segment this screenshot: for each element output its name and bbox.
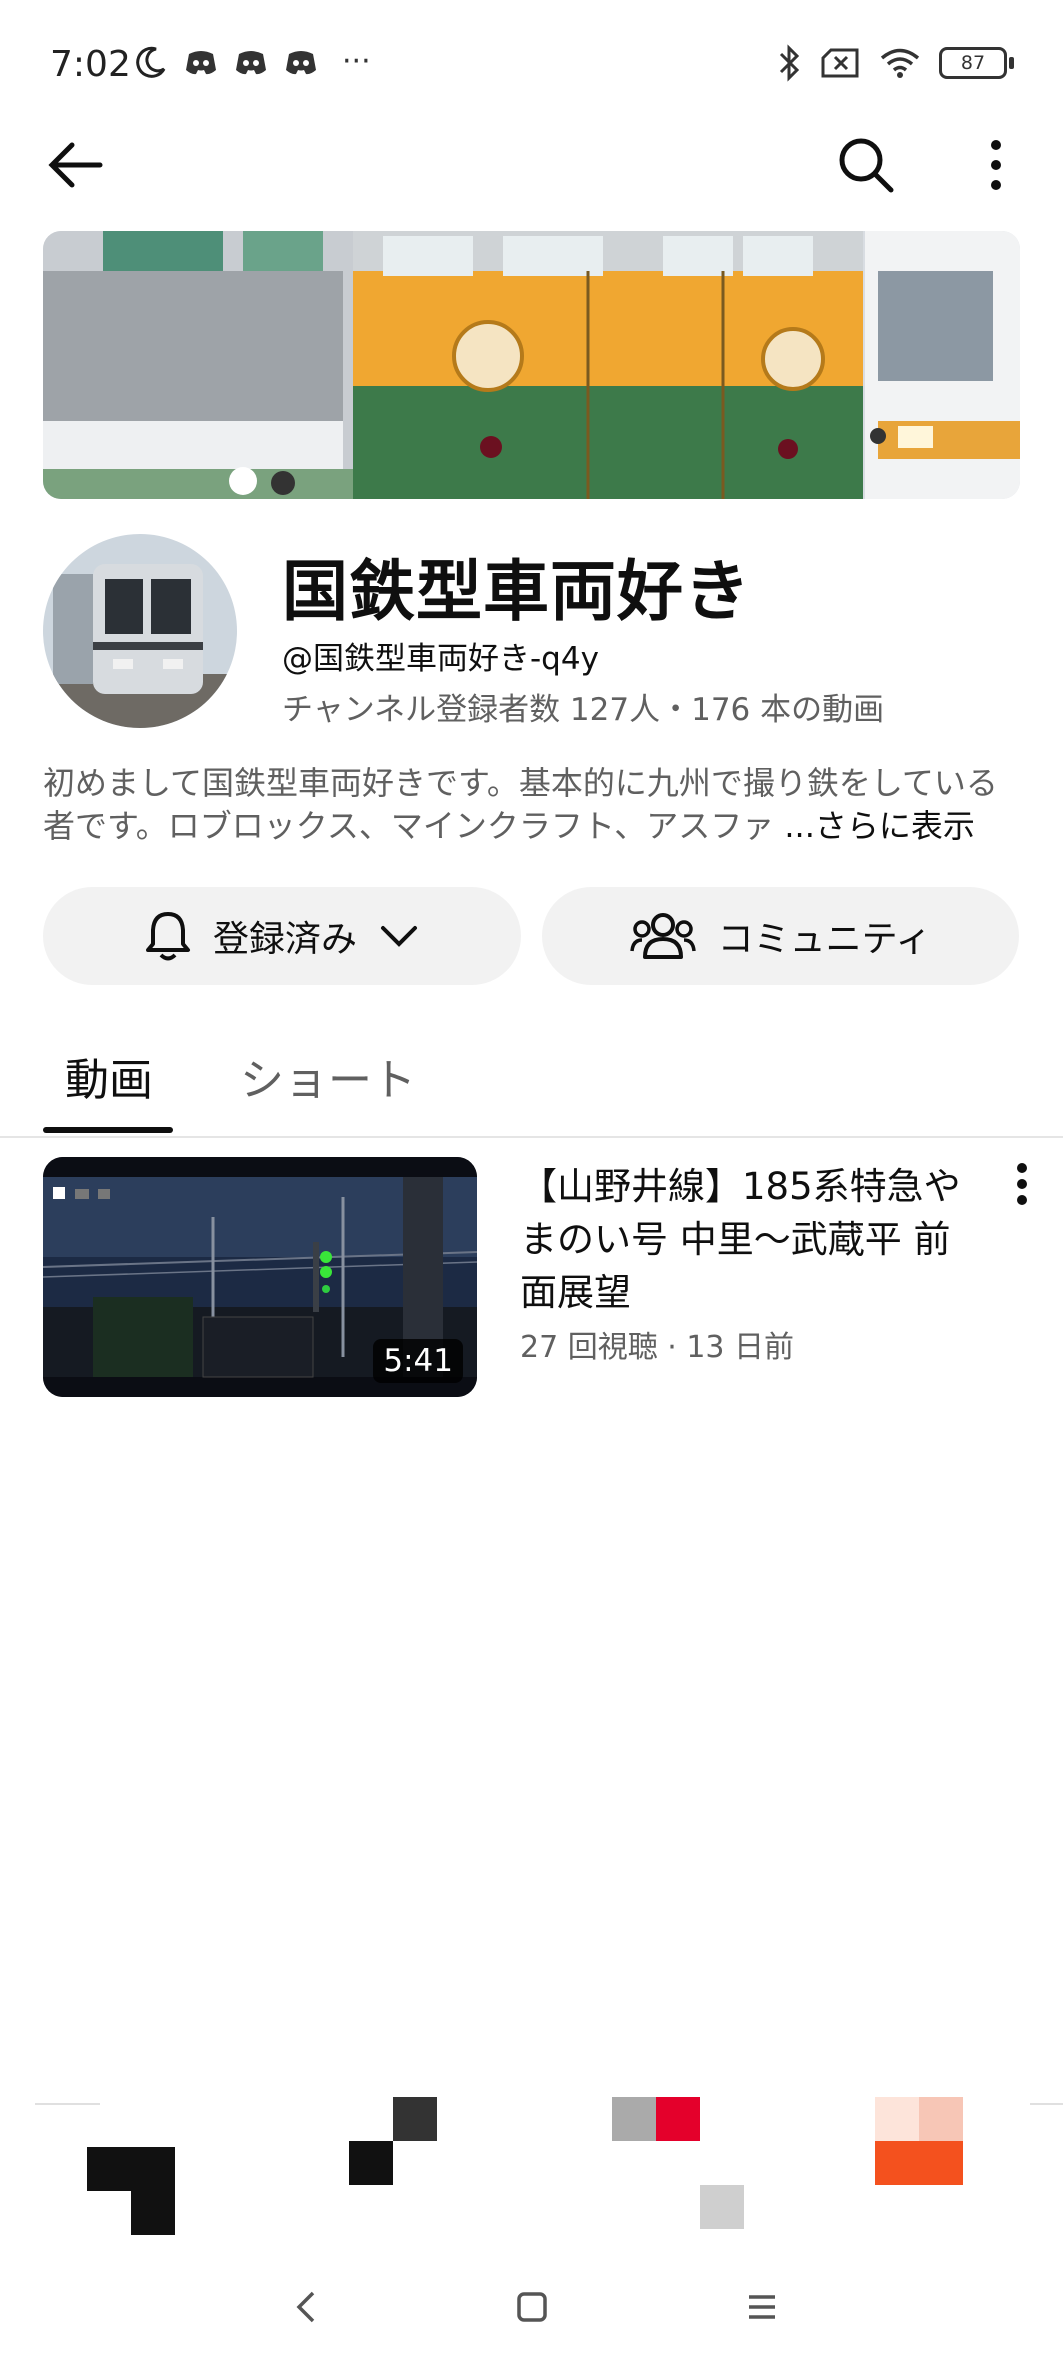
channel-banner xyxy=(43,231,1020,499)
status-right-icons: 87 xyxy=(777,44,1014,82)
channel-name: 国鉄型車両好き xyxy=(282,553,751,630)
nav-shorts-icon[interactable] xyxy=(349,2097,437,2185)
banner-train-image xyxy=(43,231,1020,499)
active-tab-indicator xyxy=(43,1127,173,1133)
chevron-down-icon xyxy=(381,926,417,947)
battery-icon: 87 xyxy=(939,47,1014,79)
bluetooth-icon xyxy=(779,44,800,82)
discord-icon xyxy=(286,50,316,74)
discord-icon xyxy=(236,50,266,74)
video-duration-badge: 5:41 xyxy=(373,1339,463,1383)
wifi-icon xyxy=(880,48,920,78)
nav-create-icon[interactable] xyxy=(612,2097,744,2229)
top-app-bar xyxy=(0,120,1063,230)
vertical-dots-icon xyxy=(1017,1163,1027,1205)
search-icon xyxy=(839,138,894,193)
channel-tabs: 動画 ショート xyxy=(0,1030,1063,1138)
back-button[interactable] xyxy=(36,125,116,205)
system-navigation-bar xyxy=(0,2247,1063,2364)
video-title[interactable]: 【山野井線】185系特急やまのい号 中里〜武蔵平 前面展望 xyxy=(520,1160,980,1319)
system-home-button[interactable] xyxy=(502,2279,562,2335)
video-thumbnail[interactable]: 5:41 xyxy=(43,1157,477,1397)
subscribed-label: 登録済み xyxy=(212,919,357,960)
community-label: コミュニティ xyxy=(717,919,932,960)
system-back-button[interactable] xyxy=(275,2279,335,2335)
vertical-dots-icon xyxy=(991,140,1001,190)
community-button[interactable]: コミュニティ xyxy=(542,887,1019,985)
status-time: 7:02 xyxy=(50,44,131,85)
more-dots-icon: ··· xyxy=(342,44,371,79)
sim-off-icon xyxy=(821,48,859,78)
nav-subscriptions-icon[interactable] xyxy=(875,2097,963,2185)
bell-icon xyxy=(145,912,190,961)
people-icon xyxy=(629,913,696,959)
system-recents-button[interactable] xyxy=(732,2279,792,2335)
subscribed-button[interactable]: 登録済み xyxy=(43,887,521,985)
moon-icon xyxy=(136,46,166,78)
tab-shorts[interactable]: ショート xyxy=(240,1044,416,1108)
bottom-navigation xyxy=(0,2097,1063,2247)
video-meta: 27 回視聴 · 13 日前 xyxy=(520,1330,795,1365)
back-arrow-icon xyxy=(48,142,103,188)
channel-avatar[interactable] xyxy=(43,534,237,728)
menu-lines-icon xyxy=(749,2295,775,2319)
description-line-1: 初めまして国鉄型車両好きです。基本的に九州で撮り鉄をしている xyxy=(43,764,998,802)
channel-stats: チャンネル登録者数 127人・176 本の動画 xyxy=(282,692,885,728)
channel-handle: @国鉄型車両好き-q4y xyxy=(282,641,599,677)
square-icon xyxy=(517,2292,547,2322)
search-button[interactable] xyxy=(826,125,906,205)
nav-home-icon[interactable] xyxy=(87,2147,175,2235)
chevron-left-icon xyxy=(296,2291,315,2323)
overflow-menu-button[interactable] xyxy=(956,125,1036,205)
description-line-2: 者です。ロブロックス、マインクラフト、アスファ xyxy=(43,807,775,845)
video-action-menu-button[interactable] xyxy=(1002,1160,1042,1210)
status-left-icons: ··· xyxy=(134,44,371,79)
avatar-train-image xyxy=(43,534,237,728)
channel-description[interactable]: 初めまして国鉄型車両好きです。基本的に九州で撮り鉄をしている 者です。ロブロック… xyxy=(43,762,1023,848)
show-more-link[interactable]: ...さらに表示 xyxy=(784,807,975,845)
tab-videos[interactable]: 動画 xyxy=(65,1044,153,1108)
discord-icon xyxy=(186,50,216,74)
status-bar: 7:02 ··· 87 xyxy=(0,0,1063,130)
